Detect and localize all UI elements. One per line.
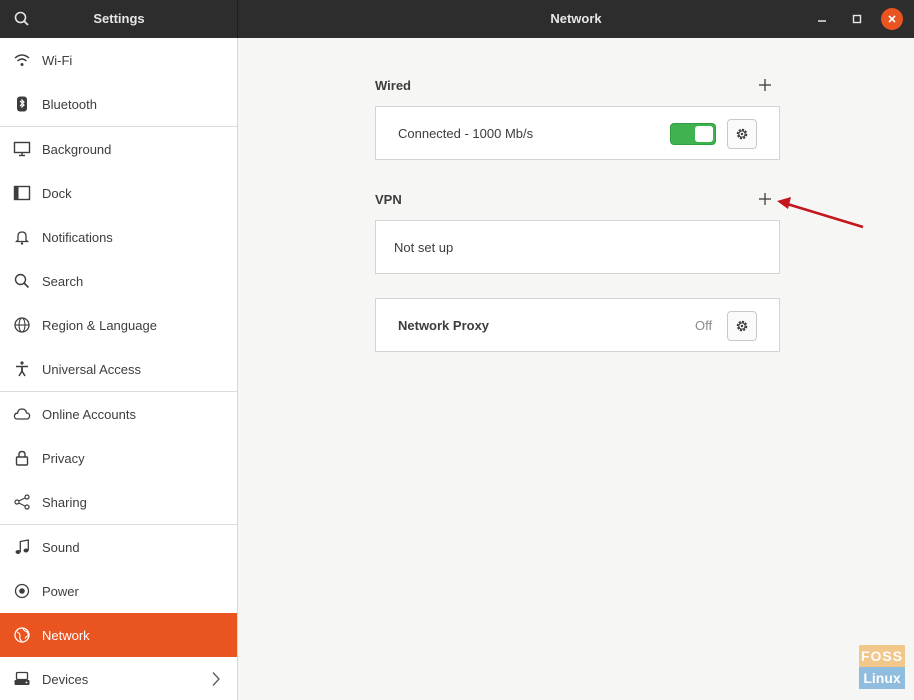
add-vpn-button[interactable] <box>756 190 774 208</box>
sidebar-item-power[interactable]: Power <box>0 569 237 613</box>
close-icon <box>888 15 896 23</box>
cloud-icon <box>13 405 31 423</box>
vpn-status: Not set up <box>394 240 454 255</box>
sidebar-item-sound[interactable]: Sound <box>0 525 237 569</box>
minimize-button[interactable] <box>811 8 833 30</box>
vpn-panel: Not set up <box>375 220 780 274</box>
proxy-settings-button[interactable] <box>727 311 757 341</box>
close-button[interactable] <box>881 8 903 30</box>
maximize-button[interactable] <box>846 8 868 30</box>
sidebar-item-label: Dock <box>42 186 72 201</box>
wired-panel: Connected - 1000 Mb/s <box>375 106 780 160</box>
share-icon <box>13 493 31 511</box>
chevron-right-icon <box>210 671 222 690</box>
maximize-icon <box>852 14 862 24</box>
plus-icon <box>759 79 771 91</box>
sidebar-item-label: Wi-Fi <box>42 53 73 68</box>
sidebar-item-sharing[interactable]: Sharing <box>0 480 237 524</box>
wired-section-title: Wired <box>375 78 411 93</box>
sidebar-item-label: Power <box>42 584 79 599</box>
sidebar-item-privacy[interactable]: Privacy <box>0 436 237 480</box>
globe-icon <box>13 316 31 334</box>
sidebar-item-label: Universal Access <box>42 362 141 377</box>
sidebar-item-universal-access[interactable]: Universal Access <box>0 347 237 391</box>
devices-icon <box>13 670 31 688</box>
sidebar-item-label: Privacy <box>42 451 85 466</box>
sidebar-item-dock[interactable]: Dock <box>0 171 237 215</box>
minimize-icon <box>818 20 826 22</box>
sidebar-item-label: Network <box>42 628 90 643</box>
wifi-icon <box>13 51 31 69</box>
watermark-line2: Linux <box>859 667 905 689</box>
wired-settings-button[interactable] <box>727 119 757 149</box>
add-wired-button[interactable] <box>756 76 774 94</box>
search-icon <box>13 272 31 290</box>
toggle-knob <box>695 126 713 142</box>
proxy-state: Off <box>695 318 713 333</box>
watermark-line1: FOSS <box>859 645 905 667</box>
dock-icon <box>13 184 31 202</box>
wired-status: Connected - 1000 Mb/s <box>398 126 534 141</box>
sidebar-item-devices[interactable]: Devices <box>0 657 237 700</box>
sidebar: Wi-Fi Bluetooth Background Dock Notifica… <box>0 38 238 700</box>
gear-icon <box>736 320 748 332</box>
gear-icon <box>736 128 748 140</box>
annotation-arrow-icon <box>777 197 864 229</box>
bluetooth-icon <box>13 95 31 113</box>
sidebar-item-label: Region & Language <box>42 318 157 333</box>
sidebar-item-label: Online Accounts <box>42 407 136 422</box>
sidebar-item-search[interactable]: Search <box>0 259 237 303</box>
sidebar-item-bluetooth[interactable]: Bluetooth <box>0 82 237 126</box>
sidebar-item-wifi[interactable]: Wi-Fi <box>0 38 237 82</box>
sidebar-item-notifications[interactable]: Notifications <box>0 215 237 259</box>
sidebar-item-region-language[interactable]: Region & Language <box>0 303 237 347</box>
wired-toggle[interactable] <box>670 123 716 145</box>
watermark-logo: FOSS Linux <box>859 645 905 689</box>
proxy-panel[interactable]: Network Proxy Off <box>375 298 780 352</box>
proxy-title: Network Proxy <box>398 318 490 333</box>
header-bar: Settings Network <box>0 0 914 38</box>
sidebar-item-label: Sound <box>42 540 80 555</box>
sidebar-item-background[interactable]: Background <box>0 127 237 171</box>
monitor-icon <box>13 140 31 158</box>
accessibility-icon <box>13 360 31 378</box>
sidebar-item-label: Sharing <box>42 495 87 510</box>
main-content: Wired Connected - 1000 Mb/s VPN Not set … <box>238 38 914 700</box>
sidebar-item-network[interactable]: Network <box>0 613 237 657</box>
music-note-icon <box>13 538 31 556</box>
sidebar-item-label: Background <box>42 142 112 157</box>
lock-icon <box>13 449 31 467</box>
vpn-section-title: VPN <box>375 192 402 207</box>
sidebar-header: Settings <box>0 0 238 38</box>
bell-icon <box>13 228 31 246</box>
sidebar-item-label: Notifications <box>42 230 113 245</box>
sidebar-item-label: Search <box>42 274 84 289</box>
network-icon <box>13 626 31 644</box>
sidebar-item-label: Devices <box>42 672 89 687</box>
power-icon <box>13 582 31 600</box>
sidebar-item-online-accounts[interactable]: Online Accounts <box>0 392 237 436</box>
plus-icon <box>759 193 771 205</box>
sidebar-item-label: Bluetooth <box>42 97 97 112</box>
settings-title: Settings <box>93 11 145 26</box>
